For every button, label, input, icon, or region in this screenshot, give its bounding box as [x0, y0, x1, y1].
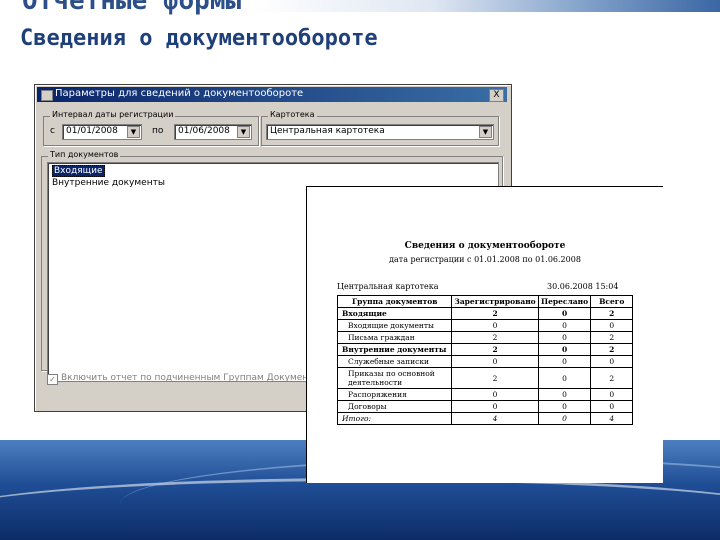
report-preview: Сведения о документообороте дата регистр… — [306, 186, 663, 483]
row-name: Распоряжения — [336, 388, 453, 401]
row-forwarded: 0 — [537, 412, 592, 425]
row-registered: 2 — [451, 343, 539, 356]
row-registered: 0 — [451, 388, 539, 401]
row-forwarded: 0 — [537, 367, 592, 389]
row-total: 0 — [590, 400, 633, 413]
table-row: Письма граждан 2 0 2 — [336, 331, 633, 344]
report-table: Группа документов Зарегистрировано Перес… — [336, 295, 633, 425]
card-file-group: Картотека Центральная картотека ▼ — [261, 110, 499, 146]
table-row: Договоры 0 0 0 — [336, 400, 633, 413]
row-registered: 4 — [451, 412, 539, 425]
dialog-title: Параметры для сведений о документооборот… — [55, 88, 304, 99]
row-registered: 2 — [451, 331, 539, 344]
table-row: Приказы по основной деятельности 2 0 2 — [336, 367, 633, 389]
row-forwarded: 0 — [537, 319, 592, 332]
date-to-field[interactable]: 01/06/2008 ▼ — [174, 124, 252, 140]
row-forwarded: 0 — [537, 343, 592, 356]
row-total: 2 — [590, 307, 633, 320]
row-name: Письма граждан — [336, 331, 453, 344]
card-file-legend: Картотека — [268, 110, 317, 119]
row-name: Внутренние документы — [336, 343, 453, 356]
row-registered: 0 — [451, 400, 539, 413]
doc-types-legend: Тип документов — [48, 150, 121, 159]
row-name: Договоры — [336, 400, 453, 413]
close-button[interactable]: X — [489, 89, 504, 102]
row-total: 4 — [590, 412, 633, 425]
row-total: 0 — [590, 319, 633, 332]
row-name: Итого: — [336, 412, 453, 425]
row-registered: 2 — [451, 307, 539, 320]
row-forwarded: 0 — [537, 400, 592, 413]
row-total: 0 — [590, 355, 633, 368]
date-range-group: Интервал даты регистрации с 01/01/2008 ▼… — [43, 110, 259, 146]
table-row: Распоряжения 0 0 0 — [336, 388, 633, 401]
row-registered: 0 — [451, 319, 539, 332]
report-timestamp: 30.06.2008 15:04 — [547, 282, 619, 291]
row-total: 2 — [590, 331, 633, 344]
card-file-select[interactable]: Центральная картотека ▼ — [266, 124, 494, 140]
include-subgroups-checkbox[interactable]: ✓ — [47, 374, 58, 385]
to-label: по — [152, 126, 164, 136]
date-from-field[interactable]: 01/01/2008 ▼ — [62, 124, 142, 140]
date-range-legend: Интервал даты регистрации — [50, 110, 176, 119]
include-subgroups-label: Включить отчет по подчиненным Группам До… — [61, 373, 325, 383]
row-registered: 2 — [451, 367, 539, 389]
table-row: Входящие документы 0 0 0 — [336, 319, 633, 332]
table-row: Итого: 4 0 4 — [336, 412, 633, 425]
date-to-value: 01/06/2008 — [178, 126, 230, 136]
column-header: Всего — [590, 295, 633, 308]
report-period: дата регистрации с 01.01.2008 по 01.06.2… — [389, 255, 581, 264]
row-forwarded: 0 — [537, 355, 592, 368]
column-header: Группа документов — [336, 295, 453, 308]
row-forwarded: 0 — [537, 331, 592, 344]
slide-subheading: Сведения о документообороте — [20, 26, 378, 51]
row-forwarded: 0 — [537, 307, 592, 320]
column-header: Зарегистрировано — [451, 295, 539, 308]
window-icon — [41, 90, 53, 101]
row-name: Входящие — [336, 307, 453, 320]
row-name: Служебные записки — [336, 355, 453, 368]
chevron-down-icon[interactable]: ▼ — [237, 126, 250, 138]
table-row: Внутренние документы 2 0 2 — [336, 343, 633, 356]
row-forwarded: 0 — [537, 388, 592, 401]
dialog-titlebar[interactable]: Параметры для сведений о документооборот… — [37, 87, 507, 102]
table-row: Входящие 2 0 2 — [336, 307, 633, 320]
row-name: Входящие документы — [336, 319, 453, 332]
table-row: Служебные записки 0 0 0 — [336, 355, 633, 368]
row-name: Приказы по основной деятельности — [336, 367, 453, 389]
list-item-incoming[interactable]: Входящие — [52, 165, 105, 177]
list-item-internal[interactable]: Внутренние документы — [52, 178, 165, 188]
row-total: 2 — [590, 367, 633, 389]
report-title: Сведения о документообороте — [404, 241, 566, 251]
report-card: Центральная картотека — [337, 282, 439, 291]
from-label: с — [50, 126, 55, 136]
row-total: 0 — [590, 388, 633, 401]
column-header: Переслано — [537, 295, 592, 308]
date-from-value: 01/01/2008 — [66, 126, 118, 136]
table-header-row: Группа документов Зарегистрировано Перес… — [336, 295, 633, 308]
slide-heading: Отчетные формы — [22, 0, 242, 16]
row-registered: 0 — [451, 355, 539, 368]
card-file-value: Центральная картотека — [270, 126, 385, 136]
chevron-down-icon[interactable]: ▼ — [479, 126, 492, 138]
row-total: 2 — [590, 343, 633, 356]
chevron-down-icon[interactable]: ▼ — [127, 126, 140, 138]
